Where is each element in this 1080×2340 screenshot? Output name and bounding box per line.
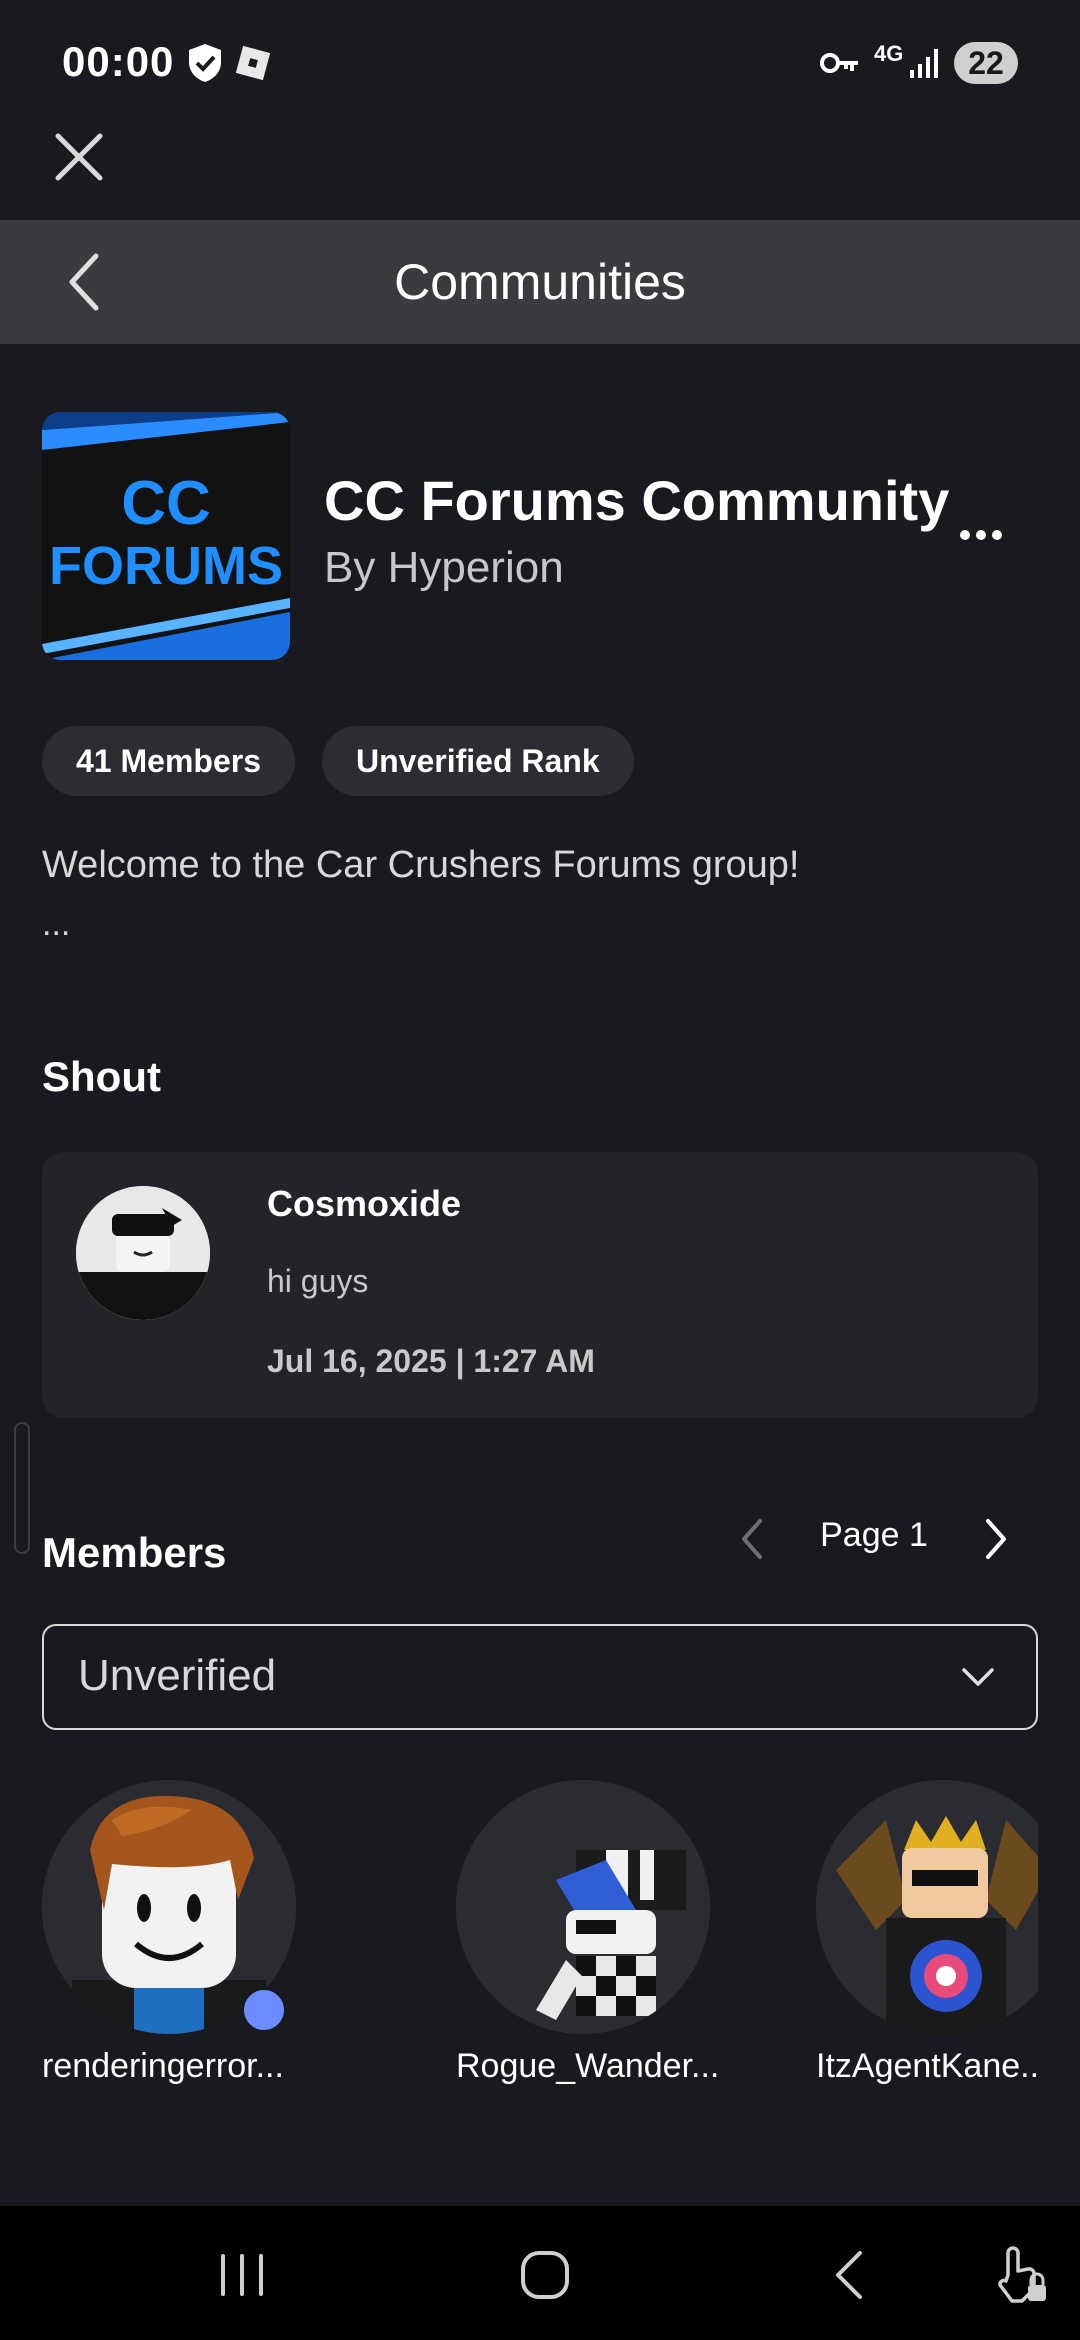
roblox-icon — [234, 44, 272, 82]
accessibility-button[interactable] — [982, 2240, 1062, 2310]
members-heading: Members — [42, 1529, 227, 1576]
member-name[interactable]: Rogue_Wander... — [456, 2044, 719, 2088]
member-name[interactable]: renderingerror... — [42, 2044, 284, 2088]
more-options-button[interactable] — [952, 510, 1010, 560]
status-time: 00:00 — [62, 38, 175, 85]
recents-button[interactable] — [202, 2240, 282, 2310]
online-status-indicator — [240, 1986, 288, 2034]
battery-indicator: 22 — [954, 42, 1018, 84]
chevron-down-icon — [956, 1658, 1000, 1694]
community-logo: CC FORUMS — [42, 412, 290, 660]
system-back-button[interactable] — [808, 2240, 888, 2310]
shout-date: Jul 16, 2025 | 1:27 AM — [267, 1343, 595, 1379]
member-avatar[interactable] — [816, 1780, 1038, 2034]
community-description: Welcome to the Car Crushers Forums group… — [42, 844, 800, 886]
more-icon — [960, 530, 1002, 540]
svg-text:CC: CC — [121, 469, 211, 538]
shout-message: hi guys — [267, 1263, 369, 1299]
member-avatar[interactable] — [456, 1780, 710, 2034]
home-button[interactable] — [505, 2240, 585, 2310]
scrollbar[interactable] — [14, 1422, 30, 1554]
accessibility-icon — [998, 2246, 1046, 2303]
close-icon — [55, 133, 103, 181]
members-count-pill: 41 Members — [42, 726, 295, 796]
signal-icon — [908, 46, 942, 80]
shout-author-name[interactable]: Cosmoxide — [267, 1180, 461, 1228]
page-title: Communities — [394, 254, 686, 310]
rank-pill: Unverified Rank — [322, 726, 634, 796]
shout-author-avatar[interactable] — [76, 1186, 210, 1320]
previous-page-button[interactable] — [730, 1512, 774, 1566]
shield-icon — [186, 42, 224, 84]
description-ellipsis[interactable]: ... — [42, 904, 70, 944]
close-button[interactable] — [48, 126, 110, 188]
community-name: CC Forums Community — [324, 469, 950, 532]
member-avatar-clip — [816, 1780, 1038, 2034]
back-arrow-icon — [69, 253, 99, 311]
recents-icon — [221, 2254, 263, 2296]
shout-heading: Shout — [42, 1053, 161, 1100]
next-page-button[interactable] — [974, 1512, 1018, 1566]
chevron-left-icon — [742, 1519, 762, 1559]
page-indicator: Page 1 — [820, 1516, 928, 1554]
member-name[interactable]: ItzAgentKane... — [816, 2044, 1038, 2088]
chevron-right-icon — [986, 1519, 1006, 1559]
back-button[interactable] — [52, 250, 116, 314]
svg-text:FORUMS: FORUMS — [49, 536, 283, 596]
network-type-label: 4G — [874, 41, 904, 66]
community-owner[interactable]: By Hyperion — [324, 540, 564, 596]
key-icon — [820, 48, 860, 78]
home-icon — [521, 2251, 569, 2299]
nav-back-icon — [836, 2251, 862, 2299]
role-filter-value: Unverified — [78, 1651, 277, 1700]
